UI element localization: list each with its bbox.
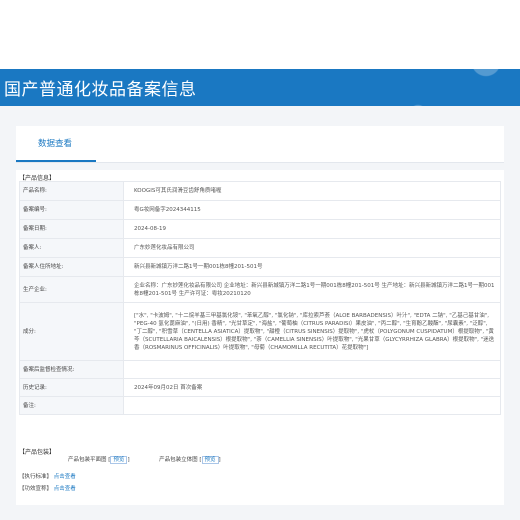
standard-view-link[interactable]: 点击查看 bbox=[54, 474, 76, 480]
table-row: 产品名称: KOOGIS可其氏润滑豆齿舒角质啫喱 bbox=[19, 181, 501, 201]
packaging-flat-preview-link[interactable]: 预览 bbox=[110, 456, 128, 464]
row-value: 粤G妆网备字2024344115 bbox=[123, 200, 501, 220]
row-label: 备案人: bbox=[19, 238, 124, 258]
table-row: 成分: ["水", "卡波姆", "十二烷羊基三甲基氯化铵", "苯氧乙醇", … bbox=[19, 302, 501, 361]
row-value: 2024-08-19 bbox=[123, 219, 501, 239]
row-label: 生产企业: bbox=[19, 276, 124, 303]
efficacy-row: 【功效宣称】 点击查看 bbox=[19, 484, 76, 492]
table-row: 备案日期: 2024-08-19 bbox=[19, 219, 501, 239]
row-label: 备案日期: bbox=[19, 219, 124, 239]
packaging-row: 产品包装平面图 [预览] 产品包装立体图 [预览] bbox=[68, 456, 221, 464]
efficacy-view-link[interactable]: 点击查看 bbox=[54, 486, 76, 492]
row-label: 历史记录: bbox=[19, 378, 124, 397]
section-efficacy: 【功效宣称】 bbox=[19, 486, 53, 492]
row-label: 成分: bbox=[19, 302, 124, 361]
page-title: 国产普通化妆品备案信息 bbox=[4, 80, 197, 100]
packaging-flat-label: 产品包装平面图 bbox=[68, 457, 107, 463]
table-row: 生产企业: 企业名称：广东妙莲化妆品有限公司 企业地址：新兴县新城镇万洋二路1号… bbox=[19, 276, 501, 303]
row-value: ["水", "卡波姆", "十二烷羊基三甲基氯化铵", "苯氧乙醇", "氯化钠… bbox=[123, 302, 501, 361]
info-panel: 【产品信息】 产品名称: KOOGIS可其氏润滑豆齿舒角质啫喱 备案编号: 粤G… bbox=[16, 170, 504, 505]
tab-bar: 数据查看 bbox=[16, 126, 504, 163]
table-row: 历史记录: 2024年09月02日 首次备案 bbox=[19, 378, 501, 397]
row-label: 备案人住所地址: bbox=[19, 257, 124, 277]
row-label: 备案编号: bbox=[19, 200, 124, 220]
row-label: 备案后监督检查情况: bbox=[19, 360, 124, 379]
product-info-table: 产品名称: KOOGIS可其氏润滑豆齿舒角质啫喱 备案编号: 粤G妆网备字202… bbox=[19, 181, 501, 415]
row-label: 产品名称: bbox=[19, 181, 124, 201]
tab-data-view-label: 数据查看 bbox=[38, 139, 73, 149]
row-value: KOOGIS可其氏润滑豆齿舒角质啫喱 bbox=[123, 181, 501, 201]
row-value: 广东妙莲化妆品有限公司 bbox=[123, 238, 501, 258]
page-header: 国产普通化妆品备案信息 bbox=[0, 69, 520, 106]
row-value: 新兴县新城镇万洋二路1号一期001栋8幢201-501号 bbox=[123, 257, 501, 277]
header-decoration bbox=[350, 69, 520, 106]
table-row: 备案编号: 粤G妆网备字2024344115 bbox=[19, 200, 501, 220]
section-packaging: 【产品包装】 bbox=[19, 449, 56, 456]
table-row: 备注: bbox=[19, 396, 501, 415]
packaging-solid-label: 产品包装立体图 bbox=[159, 457, 198, 463]
row-value: 企业名称：广东妙莲化妆品有限公司 企业地址：新兴县新城镇万洋二路1号一期001栋… bbox=[123, 276, 501, 303]
content-area: 数据查看 【产品信息】 产品名称: KOOGIS可其氏润滑豆齿舒角质啫喱 备案编… bbox=[0, 106, 520, 520]
packaging-solid-preview-link[interactable]: 预览 bbox=[201, 456, 219, 464]
row-label: 备注: bbox=[19, 396, 124, 415]
row-value bbox=[123, 360, 501, 379]
table-row: 备案后监督检查情况: bbox=[19, 360, 501, 379]
row-value bbox=[123, 396, 501, 415]
table-row: 备案人住所地址: 新兴县新城镇万洋二路1号一期001栋8幢201-501号 bbox=[19, 257, 501, 277]
tab-data-view[interactable]: 数据查看 bbox=[16, 126, 96, 162]
section-standard: 【执行标准】 bbox=[19, 474, 53, 480]
row-value: 2024年09月02日 首次备案 bbox=[123, 378, 501, 397]
standard-row: 【执行标准】 点击查看 bbox=[19, 472, 76, 480]
table-row: 备案人: 广东妙莲化妆品有限公司 bbox=[19, 238, 501, 258]
